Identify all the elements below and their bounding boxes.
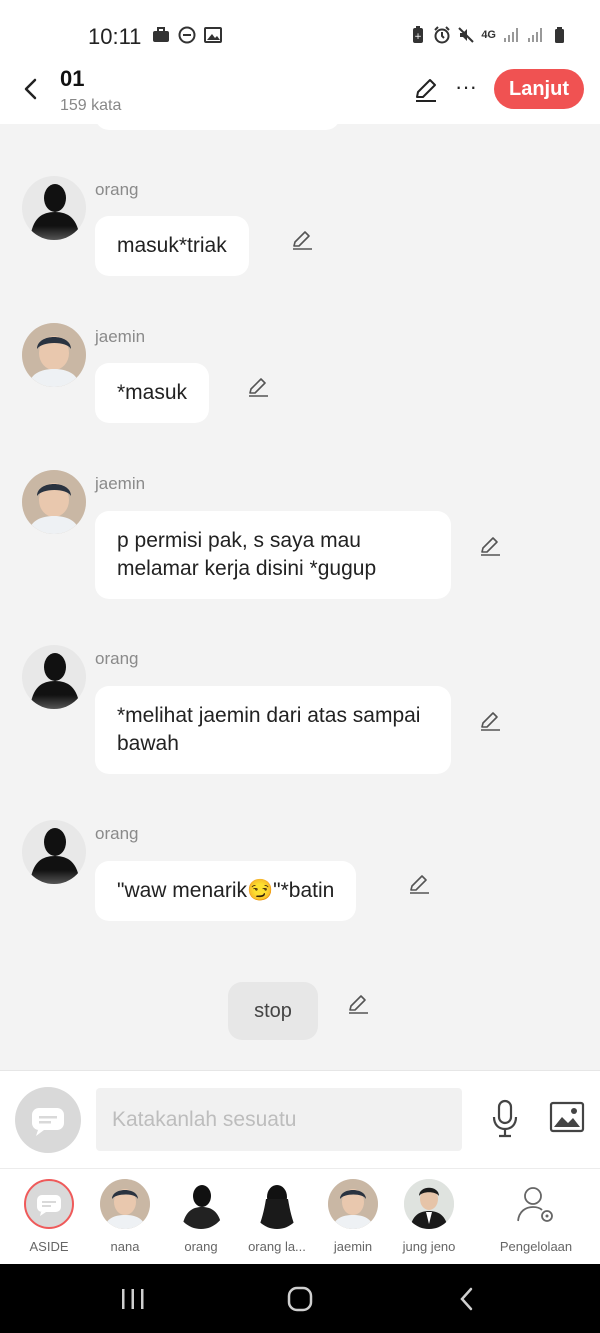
chat-area[interactable]: orang masuk*triak jaemin *masuk jaemin p… <box>0 124 600 1070</box>
edit-pencil-icon[interactable] <box>412 76 440 104</box>
status-time: 10:11 <box>88 24 142 49</box>
chat-bubble-icon <box>32 1108 64 1136</box>
avatar-photo[interactable] <box>22 470 86 534</box>
battery-icon <box>555 27 564 43</box>
avatar <box>404 1179 454 1229</box>
edit-pencil-icon[interactable] <box>346 992 370 1016</box>
alarm-icon <box>434 26 451 44</box>
character-label: orang <box>184 1239 218 1254</box>
avatar-silhouette[interactable] <box>22 176 86 240</box>
avatar <box>328 1179 378 1229</box>
avatar <box>100 1179 150 1229</box>
sender-name: jaemin <box>95 327 146 346</box>
edit-pencil-icon[interactable] <box>478 709 502 733</box>
sender-name: orang <box>95 180 139 199</box>
character-aside[interactable]: ASIDE <box>9 1179 89 1254</box>
signal-icon <box>528 28 542 42</box>
character-orang-lain[interactable]: orang la... <box>237 1179 317 1254</box>
character-nana[interactable]: nana <box>85 1179 165 1254</box>
system-nav-bar <box>0 1264 600 1333</box>
message-bubble[interactable]: masuk*triak <box>95 216 249 276</box>
do-not-disturb-icon <box>178 26 196 44</box>
message-bubble[interactable]: p permisi pak, s saya mau melamar kerja … <box>95 511 451 599</box>
edit-pencil-icon[interactable] <box>246 375 270 399</box>
edit-pencil-icon[interactable] <box>290 228 314 252</box>
message-bubble[interactable]: *masuk <box>95 363 210 423</box>
status-bar: 10:11 + 4G <box>0 0 600 64</box>
character-jung-jeno[interactable]: jung jeno <box>389 1179 469 1254</box>
message-input[interactable] <box>96 1088 462 1151</box>
narration-bubble[interactable]: stop <box>228 982 318 1040</box>
page-title: 01 <box>60 66 85 91</box>
composer-bar <box>0 1070 600 1168</box>
character-label: orang la... <box>248 1239 306 1254</box>
app-header: 01 159 kata ··· Lanjut <box>0 64 600 124</box>
word-count: 159 kata <box>60 97 122 114</box>
message-bubble[interactable]: "waw menarik😏"*batin <box>95 861 357 921</box>
edit-pencil-icon[interactable] <box>407 872 431 896</box>
mute-icon <box>458 27 475 43</box>
sender-name: jaemin <box>95 474 146 493</box>
user-settings-icon <box>511 1179 561 1229</box>
more-options-icon[interactable]: ··· <box>452 74 480 102</box>
character-label: nana <box>110 1239 140 1254</box>
character-label: jung jeno <box>402 1239 456 1254</box>
avatar-silhouette[interactable] <box>22 645 86 709</box>
avatar <box>252 1179 302 1229</box>
recent-apps-icon[interactable] <box>118 1284 148 1314</box>
signal-icon <box>504 28 518 42</box>
chat-bubble-icon <box>24 1179 74 1229</box>
character-jaemin[interactable]: jaemin <box>313 1179 393 1254</box>
battery-saver-icon: + <box>413 26 424 43</box>
svg-text:+: + <box>415 32 423 42</box>
status-icons-left <box>152 26 222 44</box>
previous-message-bubble <box>95 124 340 130</box>
next-button[interactable]: Lanjut <box>494 69 584 109</box>
character-management[interactable]: Pengelolaan <box>496 1179 576 1254</box>
avatar-photo[interactable] <box>22 323 86 387</box>
briefcase-icon <box>153 27 169 42</box>
edit-pencil-icon[interactable] <box>478 534 502 558</box>
home-icon[interactable] <box>285 1284 315 1314</box>
character-strip: ASIDE nana orang orang la... jaemin jung… <box>0 1168 600 1264</box>
back-nav-icon[interactable] <box>452 1284 482 1314</box>
gallery-icon <box>204 27 222 43</box>
sender-name: orang <box>95 824 139 843</box>
microphone-icon[interactable] <box>489 1099 521 1139</box>
avatar-silhouette[interactable] <box>22 820 86 884</box>
network-type: 4G <box>481 29 496 41</box>
sender-name: orang <box>95 649 139 668</box>
character-label: Pengelolaan <box>499 1239 573 1254</box>
aside-toggle-button[interactable] <box>15 1087 81 1153</box>
status-icons-right: + 4G <box>409 26 568 44</box>
image-icon[interactable] <box>549 1101 585 1133</box>
character-label: jaemin <box>333 1239 373 1254</box>
avatar <box>176 1179 226 1229</box>
character-orang[interactable]: orang <box>161 1179 241 1254</box>
back-arrow-icon[interactable] <box>16 74 46 104</box>
character-label: ASIDE <box>29 1239 69 1254</box>
message-bubble[interactable]: *melihat jaemin dari atas sampai bawah <box>95 686 451 774</box>
